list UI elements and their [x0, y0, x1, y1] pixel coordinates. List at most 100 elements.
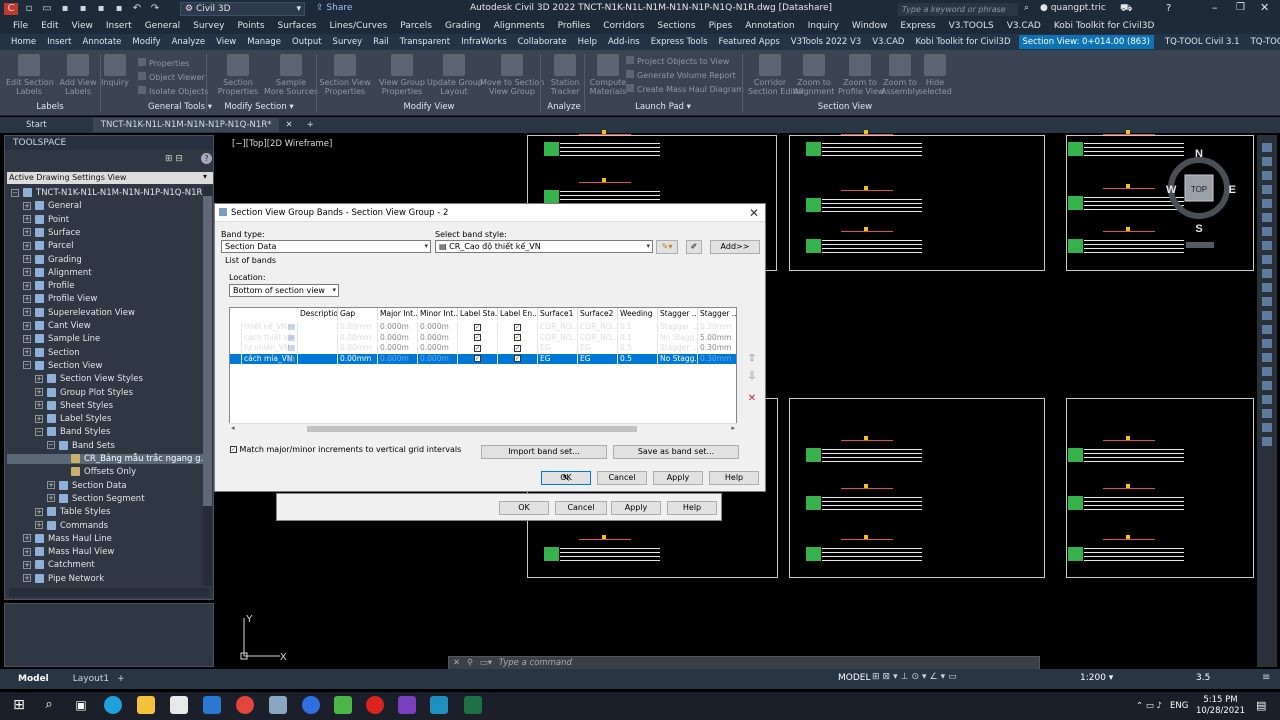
behind-cancel-button[interactable]: Cancel: [555, 501, 607, 515]
tree-item[interactable]: − Section View: [7, 360, 102, 371]
customize-icon[interactable]: ≡: [1262, 672, 1270, 683]
tree-expander-icon[interactable]: +: [23, 255, 31, 263]
ribbon-tab[interactable]: Analyze: [172, 37, 206, 47]
table-cell-gap[interactable]: 0.00mm: [338, 343, 378, 353]
compass-east[interactable]: E: [1229, 184, 1236, 196]
table-column-header[interactable]: Surface1: [538, 308, 578, 320]
ribbon-tab[interactable]: TQ-TOOL Civil 3.1: [1165, 37, 1240, 47]
search-icon[interactable]: ⌕: [40, 696, 58, 714]
ribbon-panel-label[interactable]: Modify Section ▾: [204, 102, 314, 114]
tab-start[interactable]: Start: [26, 120, 47, 130]
checkbox-checked-icon[interactable]: ✓: [474, 334, 481, 341]
move-down-icon[interactable]: ⇩: [745, 370, 759, 384]
ribbon-button[interactable]: Station Tracker: [550, 54, 580, 96]
nav-tool-icon[interactable]: [1262, 297, 1272, 306]
nav-tool-icon[interactable]: [1262, 325, 1272, 334]
tree-item[interactable]: + Alignment: [7, 267, 92, 278]
nav-tool-icon[interactable]: [1262, 353, 1272, 362]
tree-expander-icon[interactable]: +: [23, 281, 31, 290]
ribbon-button[interactable]: View Group Properties: [378, 54, 426, 96]
nav-tool-icon[interactable]: [1262, 199, 1272, 208]
tree-expander-icon[interactable]: +: [23, 201, 31, 210]
compass-north[interactable]: N: [1195, 148, 1203, 160]
table-row[interactable]: cách thiết kế_VN▤ 0.00mm 0.000m 0.000m ✓ ✓ COR…: [230, 332, 736, 343]
menu-item[interactable]: Insert: [106, 21, 132, 31]
tree-expander-icon[interactable]: +: [35, 374, 43, 383]
menu-item[interactable]: Annotation: [745, 21, 794, 31]
ribbon-button[interactable]: Section Properties: [216, 54, 260, 96]
tree-expander-icon[interactable]: +: [23, 294, 31, 303]
table-column-header[interactable]: Label En...: [498, 308, 538, 320]
table-cell-le[interactable]: ✓: [498, 332, 538, 343]
scroll-right-icon[interactable]: ▸: [731, 424, 735, 432]
maximize-icon[interactable]: ❐: [1236, 2, 1245, 13]
tree-item[interactable]: + Cant View: [7, 321, 91, 331]
zalo-icon[interactable]: [302, 696, 320, 714]
toolspace-tools-icon[interactable]: ⊞ ⊟: [165, 154, 183, 164]
taskbar-clock[interactable]: 5:15 PM 10/28/2021: [1196, 695, 1245, 717]
compass-west[interactable]: W: [1166, 184, 1177, 196]
cancel-button[interactable]: Cancel: [597, 471, 647, 485]
row-selector[interactable]: [230, 322, 242, 332]
nav-tool-icon[interactable]: [1262, 409, 1272, 418]
notifications-icon[interactable]: ▤: [1256, 699, 1266, 712]
nav-tool-icon[interactable]: [1262, 171, 1272, 180]
tree-expander-icon[interactable]: +: [35, 507, 43, 516]
menu-item[interactable]: Kobi Toolkit for Civil3D: [1054, 21, 1155, 31]
table-cell-s1[interactable]: COR_ÑO...: [538, 322, 578, 332]
tree-item[interactable]: + Mass Haul Line: [7, 533, 112, 544]
checkbox-checked-icon[interactable]: ✓: [514, 323, 521, 331]
checkbox-checked-icon[interactable]: ✓: [514, 344, 521, 352]
row-selector[interactable]: [230, 343, 242, 353]
ribbon-small-button[interactable]: Properties: [138, 58, 189, 68]
tree-hscrollbar[interactable]: [9, 588, 209, 597]
checkbox-checked-icon[interactable]: ✓: [514, 334, 521, 341]
table-cell-desc[interactable]: [298, 322, 338, 332]
table-column-header[interactable]: Weeding: [618, 308, 658, 320]
table-cell-s2[interactable]: COR_ÑO...: [578, 332, 618, 343]
tree-expander-icon[interactable]: +: [23, 228, 31, 237]
table-cell-s1[interactable]: COR_ÑO...: [538, 332, 578, 343]
nav-tool-icon[interactable]: [1262, 423, 1272, 432]
help-icon[interactable]: ?: [201, 153, 212, 164]
tree-item[interactable]: + Surface: [7, 227, 80, 238]
search-input[interactable]: Type a keyword or phrase: [898, 3, 1018, 16]
nav-tool-icon[interactable]: [1262, 311, 1272, 320]
tree-item[interactable]: + Pipe Network: [7, 573, 104, 584]
tree-item[interactable]: Offsets Only: [7, 467, 136, 477]
import-band-set-button[interactable]: Import band set...: [481, 445, 607, 459]
table-cell-s2[interactable]: COR_ÑO...: [578, 322, 618, 332]
table-cell-name[interactable]: tự nhiên_VN ▤: [242, 343, 298, 353]
menu-item[interactable]: View: [72, 21, 93, 31]
tree-expander-icon[interactable]: +: [23, 268, 31, 277]
add-tab-icon[interactable]: +: [307, 120, 314, 130]
checkbox-checked-icon[interactable]: ✓: [230, 446, 237, 453]
app-logo-icon[interactable]: C: [4, 3, 18, 15]
ribbon-tab[interactable]: Kobi Toolkit for Civil3D: [915, 37, 1010, 47]
table-column-header[interactable]: Major Int...: [378, 308, 418, 320]
menu-item[interactable]: Surfaces: [278, 21, 317, 31]
table-cell-st2[interactable]: 0.30mm: [698, 354, 736, 364]
ribbon-panel-label[interactable]: Section View: [742, 102, 948, 114]
tree-item[interactable]: + Sheet Styles: [7, 400, 113, 411]
tree-item[interactable]: + Label Styles: [7, 414, 111, 424]
minimize-icon[interactable]: –: [1212, 1, 1218, 14]
table-row[interactable]: tự nhiên_VN ▤ 0.00mm 0.000m 0.000m ✓ ✓ EG EG 0.5 S…: [230, 343, 736, 353]
nav-tool-icon[interactable]: [1262, 143, 1272, 152]
tree-item[interactable]: + Section Data: [7, 480, 127, 491]
table-row[interactable]: thiết kế_VN ▤ 0.00mm 0.000m 0.000m ✓ ✓ COR_ÑO..…: [230, 322, 736, 332]
menu-item[interactable]: General: [145, 21, 180, 31]
table-cell-gap[interactable]: 0.00mm: [338, 322, 378, 332]
table-cell-name[interactable]: cách thiết kế_VN▤: [242, 332, 298, 343]
menu-item[interactable]: Profiles: [558, 21, 591, 31]
nav-tool-icon[interactable]: [1262, 437, 1272, 446]
table-cell-desc[interactable]: [298, 332, 338, 343]
table-cell-name[interactable]: cách mía_VN ▤: [242, 353, 298, 364]
tree-expander-icon[interactable]: +: [23, 547, 31, 556]
ribbon-small-button[interactable]: Object Viewer: [138, 72, 205, 82]
tree-expander-icon[interactable]: +: [23, 308, 31, 317]
nav-tool-icon[interactable]: [1262, 185, 1272, 194]
table-cell-desc[interactable]: [298, 353, 338, 364]
tree-item[interactable]: + Group Plot Styles: [7, 387, 133, 398]
ribbon-button[interactable]: Hide selected: [918, 54, 952, 96]
